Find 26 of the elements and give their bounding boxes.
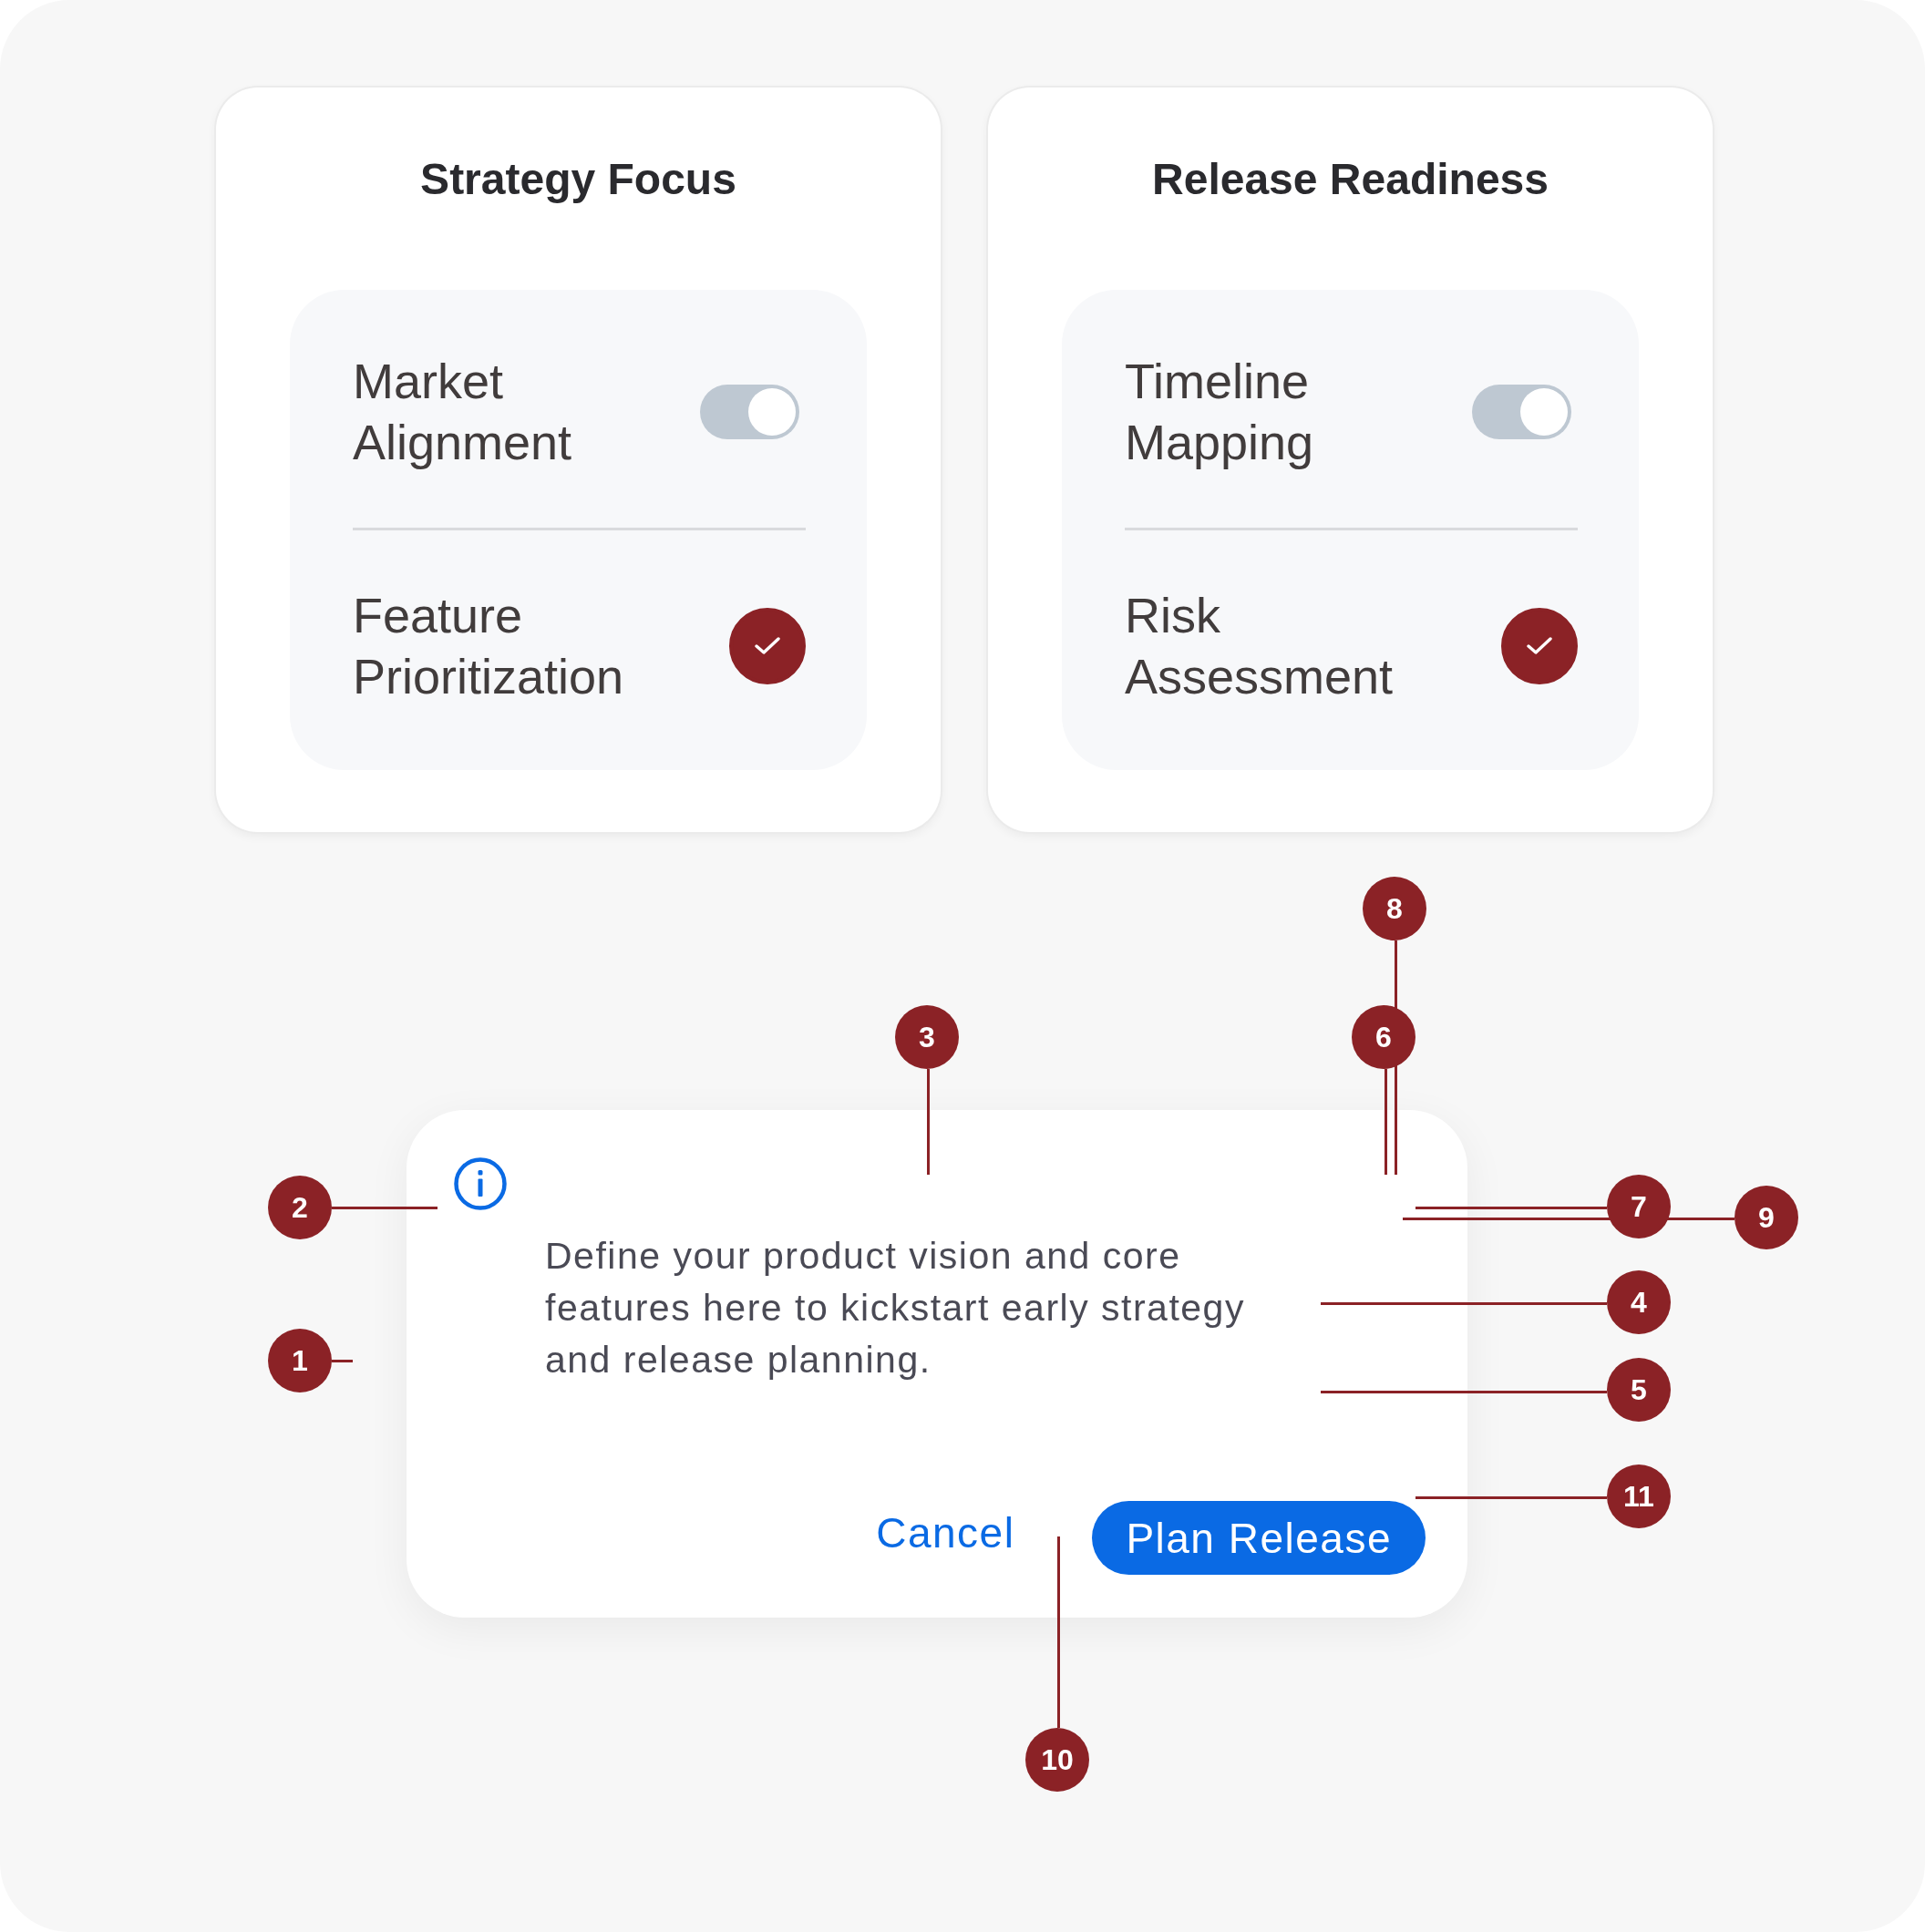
check-icon	[1527, 637, 1552, 655]
card-title: Release Readiness	[1151, 154, 1549, 205]
dialog-message: Define your product vision and core features here to kickstart early strategy and release planning.	[545, 1234, 1246, 1382]
toggle-switch[interactable]	[700, 385, 799, 439]
callout-badge: 2	[268, 1176, 332, 1239]
callout-badge: 11	[1607, 1464, 1671, 1528]
toggle-switch[interactable]	[1472, 385, 1571, 439]
text-button[interactable]: Cancel	[876, 1506, 1015, 1558]
check-icon	[755, 637, 780, 655]
callout-badge: 9	[1735, 1186, 1798, 1249]
callout-badge: 5	[1607, 1358, 1671, 1422]
callout-badge: 1	[268, 1329, 332, 1392]
setting-label: Feature Prioritization	[353, 587, 625, 705]
callout-badge: 8	[1363, 877, 1426, 940]
primary-button[interactable]: Plan Release	[1092, 1501, 1426, 1575]
setting-label: Market Alignment	[353, 353, 573, 471]
callout-badge: 6	[1352, 1005, 1415, 1069]
info-icon	[454, 1157, 507, 1210]
setting-label: Timeline Mapping	[1125, 353, 1315, 471]
leader-line	[332, 1360, 353, 1362]
callout-badge: 3	[895, 1005, 959, 1069]
callout-badge: 7	[1607, 1175, 1671, 1238]
setting-label: Risk Assessment	[1125, 587, 1395, 705]
card-title: Strategy Focus	[419, 154, 737, 205]
callout-badge: 4	[1607, 1270, 1671, 1334]
callout-badge: 10	[1025, 1728, 1089, 1792]
